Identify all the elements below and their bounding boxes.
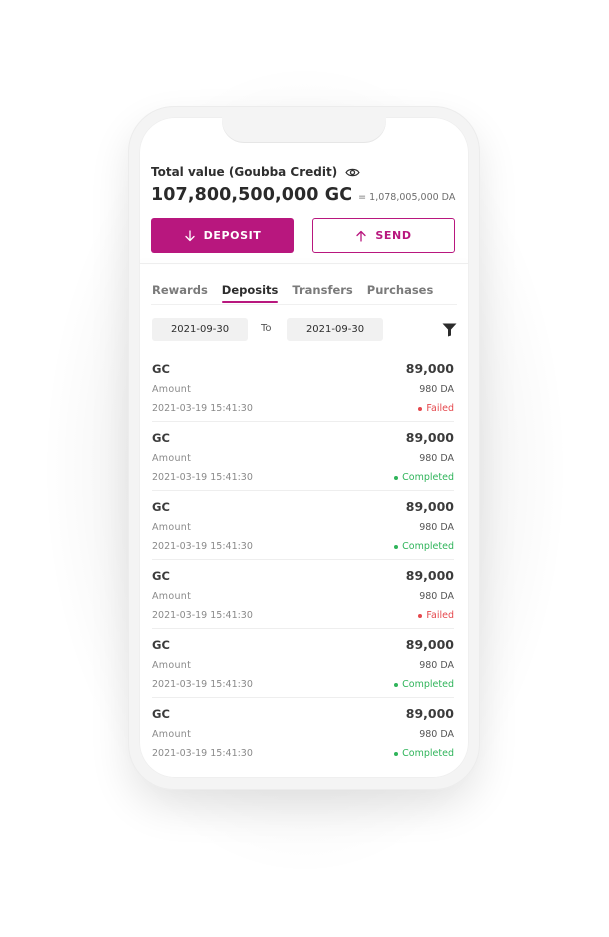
- transaction-status: Completed: [394, 748, 454, 759]
- status-dot-icon: [394, 682, 399, 687]
- tab-purchases[interactable]: Purchases: [367, 283, 434, 303]
- transaction-amount-label: Amount: [152, 453, 192, 464]
- transaction-currency: GC: [152, 362, 170, 376]
- transaction-status: Failed: [418, 610, 454, 621]
- transaction-da-value: 980 DA: [419, 729, 454, 740]
- transaction-currency: GC: [152, 707, 170, 721]
- transaction-currency: GC: [152, 431, 170, 445]
- date-to-field[interactable]: 2021-09-30: [287, 318, 383, 341]
- tab-rewards[interactable]: Rewards: [152, 283, 208, 303]
- section-divider: [139, 263, 469, 264]
- status-dot-icon: [418, 613, 423, 618]
- transaction-row[interactable]: GC Amount 2021-03-19 15:41:30 89,000 980…: [152, 422, 454, 491]
- transaction-status: Completed: [394, 472, 454, 483]
- total-value-label-row: Total value (Goubba Credit): [151, 165, 457, 179]
- transaction-datetime: 2021-03-19 15:41:30: [152, 679, 253, 690]
- transaction-status-label: Completed: [402, 679, 454, 690]
- app-screen: Total value (Goubba Credit) 107,800,500,…: [139, 117, 469, 778]
- status-dot-icon: [394, 544, 399, 549]
- transaction-currency: GC: [152, 500, 170, 514]
- transaction-value: 89,000: [405, 430, 454, 445]
- transaction-amount-label: Amount: [152, 660, 192, 671]
- total-value-row: 107,800,500,000 GC = 1,078,005,000 DA: [151, 185, 457, 205]
- transaction-datetime: 2021-03-19 15:41:30: [152, 748, 253, 759]
- transaction-value: 89,000: [405, 499, 454, 514]
- transaction-status-label: Failed: [426, 403, 454, 414]
- transaction-currency: GC: [152, 638, 170, 652]
- date-to-label: To: [261, 323, 272, 334]
- filter-icon[interactable]: [442, 322, 457, 337]
- transaction-amount-label: Amount: [152, 384, 192, 395]
- transaction-datetime: 2021-03-19 15:41:30: [152, 541, 253, 552]
- transaction-datetime: 2021-03-19 15:41:30: [152, 403, 253, 414]
- transaction-da-value: 980 DA: [419, 522, 454, 533]
- arrow-down-icon: [184, 229, 195, 241]
- action-buttons: DEPOSIT SEND: [151, 218, 455, 254]
- tab-deposits[interactable]: Deposits: [221, 283, 278, 303]
- transaction-datetime: 2021-03-19 15:41:30: [152, 472, 253, 483]
- phone-notch: [222, 117, 386, 143]
- transaction-value: 89,000: [405, 637, 454, 652]
- transaction-list: GC Amount 2021-03-19 15:41:30 89,000 980…: [152, 353, 454, 766]
- transaction-status: Completed: [394, 679, 454, 690]
- transaction-row[interactable]: GC Amount 2021-03-19 15:41:30 89,000 980…: [152, 560, 454, 629]
- eye-icon[interactable]: [345, 167, 360, 178]
- total-value-amount: 107,800,500,000 GC: [151, 185, 353, 205]
- total-value-label: Total value (Goubba Credit): [151, 165, 338, 179]
- deposit-button[interactable]: DEPOSIT: [151, 218, 294, 253]
- transaction-value: 89,000: [405, 361, 454, 376]
- status-dot-icon: [418, 406, 423, 411]
- transaction-value: 89,000: [405, 568, 454, 583]
- transaction-amount-label: Amount: [152, 729, 192, 740]
- deposit-button-label: DEPOSIT: [203, 229, 262, 242]
- send-button-label: SEND: [375, 229, 412, 242]
- status-dot-icon: [394, 751, 399, 756]
- arrow-up-icon: [356, 230, 367, 242]
- date-filter-row: 2021-09-30 To 2021-09-30: [152, 318, 457, 341]
- transaction-status: Failed: [418, 403, 454, 414]
- transaction-tabs: Rewards Deposits Transfers Purchases: [152, 283, 457, 303]
- transaction-status-label: Completed: [402, 748, 454, 759]
- transaction-status-label: Failed: [426, 610, 454, 621]
- transaction-datetime: 2021-03-19 15:41:30: [152, 610, 253, 621]
- transaction-row[interactable]: GC Amount 2021-03-19 15:41:30 89,000 980…: [152, 629, 454, 698]
- tabs-divider: [151, 304, 457, 305]
- transaction-amount-label: Amount: [152, 591, 192, 602]
- tab-transfers[interactable]: Transfers: [292, 283, 352, 303]
- transaction-da-value: 980 DA: [419, 384, 454, 395]
- transaction-amount-label: Amount: [152, 522, 192, 533]
- transaction-status: Completed: [394, 541, 454, 552]
- date-from-field[interactable]: 2021-09-30: [152, 318, 248, 341]
- transaction-status-label: Completed: [402, 472, 454, 483]
- status-dot-icon: [394, 475, 399, 480]
- balance-header: Total value (Goubba Credit) 107,800,500,…: [151, 165, 457, 205]
- transaction-row[interactable]: GC Amount 2021-03-19 15:41:30 89,000 980…: [152, 698, 454, 766]
- transaction-currency: GC: [152, 569, 170, 583]
- transaction-da-value: 980 DA: [419, 660, 454, 671]
- send-button[interactable]: SEND: [312, 218, 455, 253]
- transaction-row[interactable]: GC Amount 2021-03-19 15:41:30 89,000 980…: [152, 353, 454, 422]
- transaction-da-value: 980 DA: [419, 591, 454, 602]
- transaction-value: 89,000: [405, 706, 454, 721]
- total-value-da: = 1,078,005,000 DA: [358, 192, 456, 203]
- transaction-da-value: 980 DA: [419, 453, 454, 464]
- transaction-status-label: Completed: [402, 541, 454, 552]
- transaction-row[interactable]: GC Amount 2021-03-19 15:41:30 89,000 980…: [152, 491, 454, 560]
